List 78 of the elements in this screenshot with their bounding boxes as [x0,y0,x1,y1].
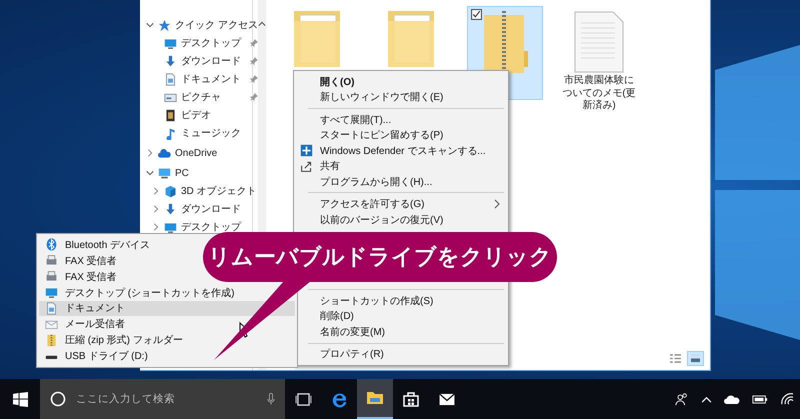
checkbox-icon[interactable] [471,9,482,20]
nav-item[interactable]: PC [175,168,258,178]
list-icon [670,354,681,363]
chevron-up-icon[interactable] [701,396,712,402]
chevron-icon[interactable] [152,187,160,195]
menu-item[interactable]: プログラムから開く(H)... [320,174,506,189]
task-view-icon [294,392,312,406]
music-icon [164,126,177,140]
menu-item[interactable]: 名前の変更(M) [320,324,506,339]
menu-item[interactable]: 開く(O) [320,74,506,89]
nav-item[interactable]: デスクトップ [181,220,258,234]
nav-item[interactable]: ダウンロード [181,202,258,216]
wifi-icon[interactable] [780,393,794,405]
menu-item[interactable]: Windows Defender でスキャンする... [320,144,506,158]
cloud-icon [158,146,171,160]
mail-icon [438,392,456,406]
fax-icon [45,254,58,268]
details-view-button[interactable] [667,351,684,366]
nav-item[interactable]: ピクチャ [181,90,246,104]
cube-icon [164,184,177,198]
cloud-icon[interactable] [724,394,740,404]
fax-icon [45,270,58,284]
desktop-icon [164,220,177,234]
nav-item[interactable]: ドキュメント [181,72,246,86]
menu-item[interactable]: USB ドライブ (D:) [39,348,295,364]
menu-item[interactable]: プロパティ(R) [320,347,506,362]
document-icon [45,302,58,315]
menu-item[interactable]: アクセスを許可する(G) [320,197,506,212]
chevron-icon[interactable] [146,169,154,177]
chevron-icon[interactable] [146,21,154,29]
chevron-icon[interactable] [152,205,160,213]
nav-item[interactable]: 3D オブジェクト [181,184,258,198]
download-icon [164,202,177,216]
video-icon [164,108,177,122]
menu-item[interactable]: スタートにピン留めする(P) [320,128,506,142]
nav-item[interactable]: ビデオ [181,108,258,122]
star-icon [158,18,171,32]
menu-item[interactable]: すべて展開(T)... [320,112,506,127]
circle-icon [50,391,66,407]
menu-item[interactable]: ショートカットの作成(S) [320,294,506,308]
file-name: 市民農園体験についてのメモ(更新済み) [562,75,636,112]
menu-item[interactable]: メール受信者 [39,316,295,332]
desktop-icon [45,286,58,300]
menu-item[interactable]: 新しいウィンドウで開く(E) [320,90,506,104]
search-input[interactable]: ここに入力して検索 [74,392,259,406]
nav-item[interactable]: デスクトップ [181,36,246,50]
search-bar[interactable]: ここに入力して検索 [40,379,285,419]
callout-bubble: リムーバブルドライブをクリック [203,232,557,282]
nav-item[interactable]: OneDrive [175,148,258,158]
menu-item[interactable]: 共有 [320,159,506,174]
windows-logo-icon [12,392,28,406]
pc-icon [158,166,171,180]
people-icon[interactable] [675,392,689,406]
download-icon [164,54,177,68]
nav-item[interactable]: クイック アクセス [175,18,258,32]
nav-item[interactable]: ミュージック [181,126,258,140]
large-icons-view-button[interactable] [687,351,704,366]
browser-icon [330,390,348,408]
menu-item[interactable]: 削除(D) [320,309,506,324]
menu-item[interactable]: 以前のバージョンの復元(V) [320,212,506,227]
taskbar-button[interactable] [357,379,393,419]
microphone-icon[interactable] [267,392,275,406]
share-icon [300,160,312,173]
scroll-up-icon[interactable] [258,20,266,28]
nav-item[interactable]: ダウンロード [181,54,246,68]
zip-icon [45,334,58,347]
image-icon [690,354,701,363]
bluetooth-icon [45,238,58,252]
chevron-icon[interactable] [152,223,160,231]
battery-icon[interactable] [752,394,768,404]
desktop-icon [164,36,177,50]
shopping-bag-icon [403,391,419,407]
document-icon [164,72,177,86]
menu-item[interactable]: ドキュメント [39,300,295,316]
chevron-icon[interactable] [146,149,154,157]
menu-item[interactable]: 圧縮 (zip 形式) フォルダー [39,332,295,348]
folder-icon [366,391,384,405]
shield-icon [300,144,312,158]
